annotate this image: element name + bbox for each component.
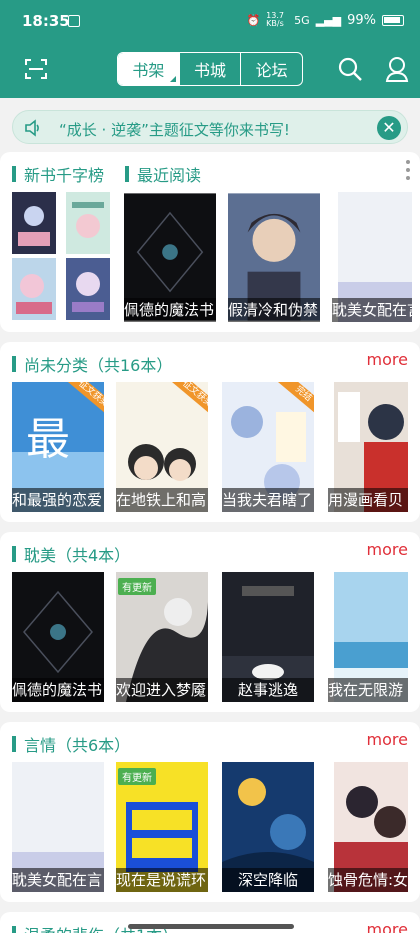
recent-book[interactable]: 假清冷和伪禁: [228, 192, 322, 322]
shelf-section: 温柔的悲伤（共1本） more: [0, 912, 420, 933]
signal-label: 5G: [294, 13, 310, 27]
ranking-cover[interactable]: [66, 192, 110, 254]
book-title: 深空降临: [222, 868, 314, 892]
book-title: 用漫画看贝: [328, 488, 408, 512]
top-tabs: 书架 书城 论坛: [117, 52, 303, 86]
book-item[interactable]: 佩德的魔法书: [12, 572, 104, 702]
battery-percent: 99%: [347, 12, 376, 28]
shelf-section: 尚未分类（共16本） more 最 征文获奖 和最强的恋爱 征文获奖 在地铁上和…: [0, 342, 420, 522]
book-title: 蚀骨危情:女: [328, 868, 408, 892]
tab-new-ranking[interactable]: 新书千字榜: [12, 162, 104, 186]
book-item[interactable]: 赵事逃逸: [222, 572, 314, 702]
more-options-icon[interactable]: [406, 160, 410, 182]
book-title: 赵事逃逸: [222, 678, 314, 702]
tab-recent-reading[interactable]: 最近阅读: [125, 162, 201, 186]
status-bar: 18:35 ⏰ 13.7 KB/s 5G ▂▄▆ 99%: [0, 0, 420, 42]
book-title: 佩德的魔法书: [12, 678, 104, 702]
header-bar: 书架 书城 论坛: [0, 48, 420, 92]
announcement-text: “成长 · 逆袭”主题征文等你来书写!: [59, 121, 290, 139]
book-title: 和最强的恋爱: [12, 488, 104, 512]
search-icon[interactable]: [337, 56, 363, 82]
book-title: 我在无限游: [328, 678, 408, 702]
recent-book[interactable]: 耽美女配在言: [332, 192, 412, 322]
book-title: 在地铁上和高: [116, 488, 208, 512]
recent-reading-card: 新书千字榜 最近阅读 佩德的魔法书 假清冷和伪禁 耽美女配在言: [0, 152, 420, 332]
section-title: 尚未分类（共16本）: [12, 352, 172, 376]
book-item[interactable]: 最 征文获奖 和最强的恋爱: [12, 382, 104, 512]
speaker-icon: [25, 119, 39, 137]
signal-icon: ▂▄▆: [315, 13, 342, 27]
more-link[interactable]: more: [367, 920, 408, 933]
gesture-bar: [128, 924, 294, 929]
user-icon[interactable]: [384, 55, 410, 83]
app-header: 18:35 ⏰ 13.7 KB/s 5G ▂▄▆ 99% 书架 书城 论坛: [0, 0, 420, 98]
update-badge: 有更新: [118, 578, 156, 595]
scan-icon[interactable]: [24, 57, 48, 81]
status-time: 18:35: [22, 12, 70, 30]
book-item[interactable]: 蚀骨危情:女: [328, 762, 408, 892]
book-title: 当我夫君瞎了: [222, 488, 314, 512]
svg-text:最: 最: [26, 414, 70, 465]
book-item[interactable]: 耽美女配在言: [12, 762, 104, 892]
ranking-cover[interactable]: [12, 192, 56, 254]
shelf-section: 耽美（共4本） more 佩德的魔法书 有更新 欢迎进入梦魇 赵事逃逸 我在无限…: [0, 532, 420, 712]
book-title: 耽美女配在言: [332, 298, 412, 322]
book-item[interactable]: 有更新 现在是说谎环: [116, 762, 208, 892]
book-title: 假清冷和伪禁: [228, 298, 320, 322]
book-item[interactable]: 完结 当我夫君瞎了: [222, 382, 314, 512]
recent-book[interactable]: 佩德的魔法书: [124, 192, 218, 322]
more-link[interactable]: more: [367, 730, 408, 749]
book-item[interactable]: 征文获奖 在地铁上和高: [116, 382, 208, 512]
book-title: 佩德的魔法书: [124, 298, 216, 322]
book-title: 耽美女配在言: [12, 868, 104, 892]
close-icon[interactable]: ✕: [377, 116, 401, 140]
tab-bookstore[interactable]: 书城: [180, 53, 242, 85]
book-item[interactable]: 用漫画看贝: [328, 382, 408, 512]
tab-forum[interactable]: 论坛: [241, 53, 302, 85]
book-item[interactable]: 有更新 欢迎进入梦魇: [116, 572, 208, 702]
section-title: 耽美（共4本）: [12, 542, 130, 566]
ranking-cover[interactable]: [66, 258, 110, 320]
book-item[interactable]: 我在无限游: [328, 572, 408, 702]
status-right: ⏰ 13.7 KB/s 5G ▂▄▆ 99%: [246, 12, 404, 28]
battery-icon: [382, 14, 404, 26]
tab-bookshelf[interactable]: 书架: [118, 53, 180, 85]
book-item[interactable]: 深空降临: [222, 762, 314, 892]
announcement-bar[interactable]: “成长 · 逆袭”主题征文等你来书写! ✕: [12, 110, 408, 144]
more-link[interactable]: more: [367, 540, 408, 559]
section-title: 言情（共6本）: [12, 732, 130, 756]
ranking-cover[interactable]: [12, 258, 56, 320]
network-speed: 13.7 KB/s: [266, 11, 284, 28]
more-link[interactable]: more: [367, 350, 408, 369]
book-title: 现在是说谎环: [116, 868, 208, 892]
shelf-section: 言情（共6本） more 耽美女配在言 有更新 现在是说谎环 深空降临 蚀骨危情…: [0, 722, 420, 902]
book-title: 欢迎进入梦魇: [116, 678, 208, 702]
alarm-icon: ⏰: [246, 13, 261, 27]
notification-icon: [68, 15, 80, 27]
update-badge: 有更新: [118, 768, 156, 785]
